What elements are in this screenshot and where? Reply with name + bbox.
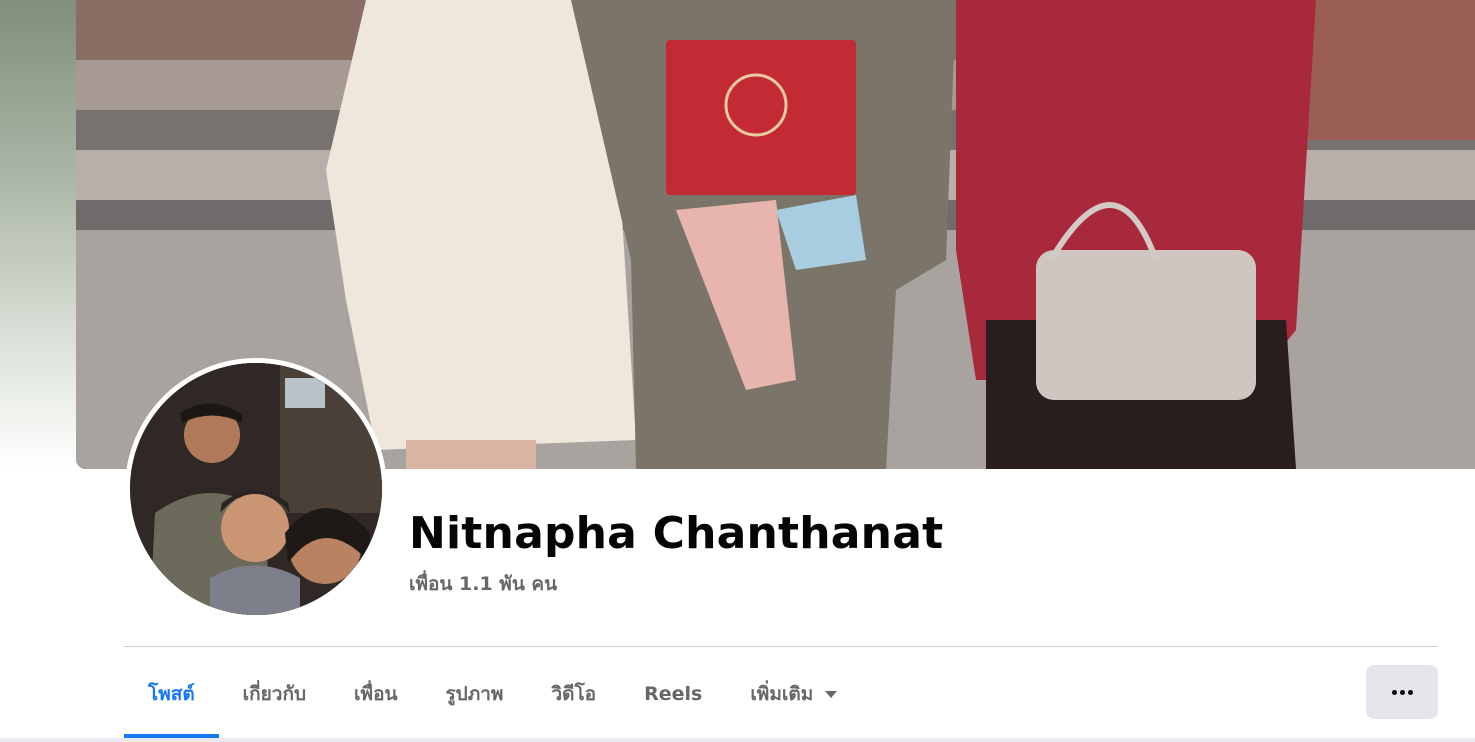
tab-more[interactable]: เพิ่มเติม [726, 650, 861, 738]
tab-videos-label: วิดีโอ [551, 683, 597, 705]
more-options-button[interactable] [1366, 665, 1438, 719]
tab-photos-label: รูปภาพ [445, 683, 504, 705]
profile-name: Nitnapha Chanthanat [409, 508, 944, 559]
profile-page: Nitnapha Chanthanat เพื่อน 1.1 พัน คน โพ… [0, 0, 1475, 742]
profile-picture[interactable] [130, 363, 382, 615]
tab-posts-label: โพสต์ [148, 683, 195, 705]
caret-down-icon [825, 690, 838, 698]
divider [124, 646, 1438, 647]
tab-about[interactable]: เกี่ยวกับ [219, 650, 330, 738]
tab-more-label: เพิ่มเติม [750, 683, 814, 705]
tab-friends[interactable]: เพื่อน [330, 650, 421, 738]
tab-photos[interactable]: รูปภาพ [421, 650, 527, 738]
friends-count[interactable]: เพื่อน 1.1 พัน คน [409, 571, 557, 597]
tab-about-label: เกี่ยวกับ [242, 683, 307, 705]
page-background [0, 0, 80, 470]
profile-tabs: โพสต์ เกี่ยวกับ เพื่อน รูปภาพ วิดีโอ Ree… [124, 650, 861, 738]
tab-friends-label: เพื่อน [354, 683, 398, 705]
more-horizontal-icon [1391, 689, 1413, 695]
tab-reels[interactable]: Reels [620, 650, 726, 738]
page-bottom-strip [0, 738, 1475, 742]
tab-videos[interactable]: วิดีโอ [527, 650, 620, 738]
tab-reels-label: Reels [644, 683, 703, 705]
tab-posts[interactable]: โพสต์ [124, 650, 219, 738]
